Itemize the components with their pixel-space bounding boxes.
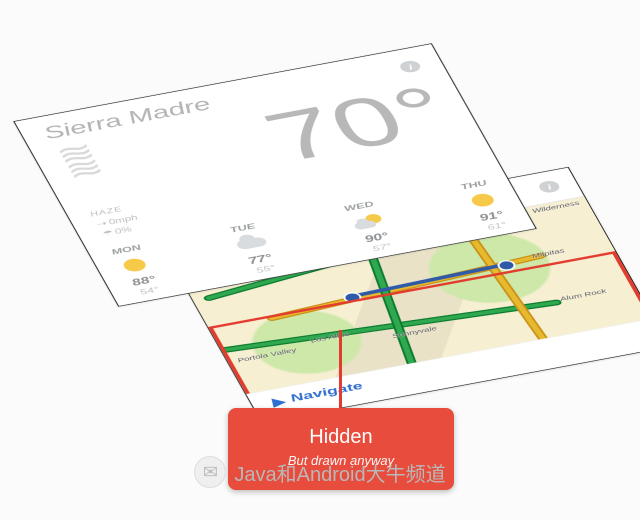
forecast-day: WED 90° 57°	[342, 199, 399, 253]
map-label-wilderness: Wilderness	[531, 200, 581, 215]
partly-cloudy-icon	[349, 212, 386, 232]
sun-icon	[466, 191, 499, 210]
callout-sub: But drawn anyway	[244, 453, 438, 468]
navigate-arrow-icon	[265, 396, 286, 408]
forecast-day: TUE 77° 55°	[226, 221, 282, 275]
forecast-day: MON 88° 54°	[109, 242, 166, 296]
callout-box: Hidden But drawn anyway	[228, 408, 454, 490]
map-label-milpitas: Milpitas	[530, 248, 566, 260]
wechat-icon: ✉	[194, 456, 226, 488]
forecast-day: THU 91° 61°	[458, 178, 511, 232]
callout-connector	[339, 330, 342, 408]
sun-icon	[116, 255, 153, 275]
callout-heading: Hidden	[244, 426, 438, 449]
haze-icon: ≋≋	[53, 143, 103, 179]
cloud-icon	[233, 233, 270, 253]
info-icon[interactable]: i	[537, 180, 562, 194]
